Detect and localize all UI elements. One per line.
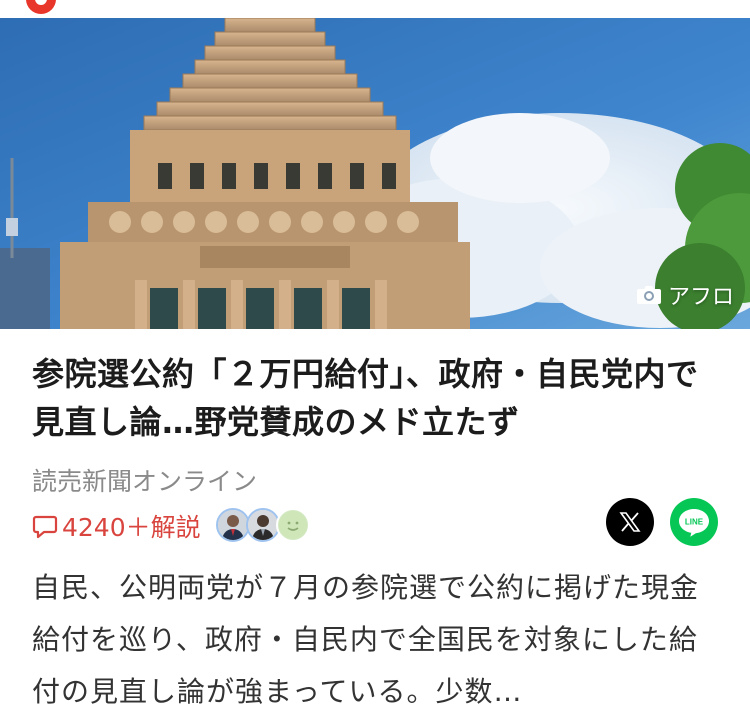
article-summary[interactable]: 自民、公明両党が７月の参院選で公約に掲げた現金給付を巡り、政府・自民内で全国民を…	[32, 562, 722, 718]
yahoo-logo-icon[interactable]	[26, 0, 56, 14]
article-source[interactable]: 読売新聞オンライン	[32, 462, 257, 498]
comments-link[interactable]: 4240＋解説	[32, 508, 201, 544]
photo-credit-text: アフロ	[667, 285, 734, 310]
comments-count: 4240＋解説	[62, 513, 201, 542]
avatar	[276, 508, 310, 542]
comment-bubble-icon	[32, 515, 58, 539]
line-logo-icon: LINE	[679, 509, 709, 537]
share-x-button[interactable]	[606, 498, 654, 546]
x-logo-icon	[619, 512, 641, 532]
article-title[interactable]: 参院選公約「２万円給付」、政府・自民党内で見直し論…野党賛成のメド立たず	[32, 350, 722, 446]
avatar	[246, 508, 280, 542]
share-line-button[interactable]: LINE	[670, 498, 718, 546]
camera-icon	[636, 286, 661, 304]
line-logo-text: LINE	[685, 518, 704, 527]
photo-credit: アフロ	[636, 279, 734, 311]
top-bar	[0, 0, 750, 18]
hero-image[interactable]: アフロ	[0, 18, 750, 329]
avatar	[216, 508, 250, 542]
